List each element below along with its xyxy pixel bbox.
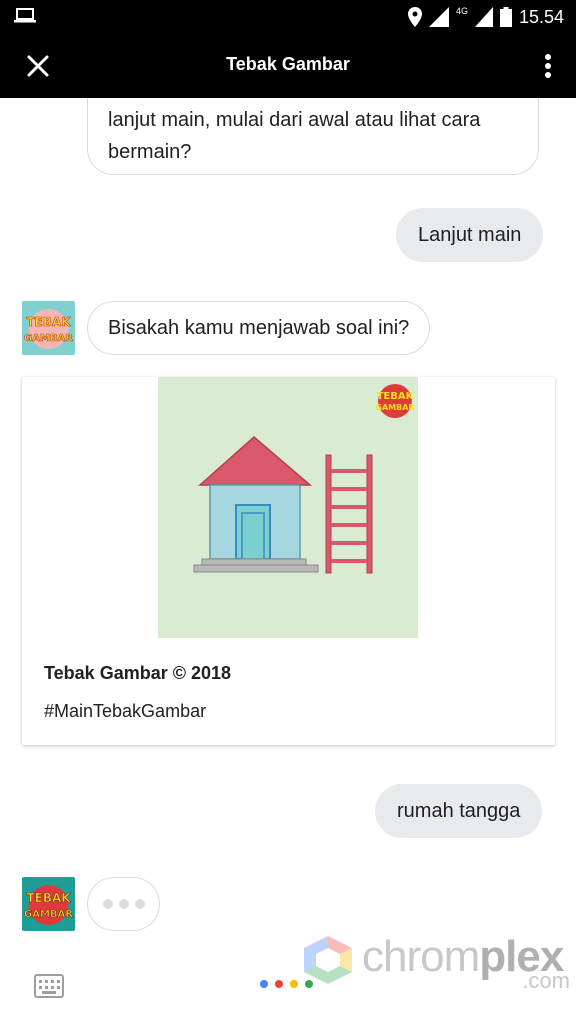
card-subtitle: #MainTebakGambar [44, 701, 207, 721]
avatar-label-line1: TEBAK [26, 891, 71, 905]
card-logo-line1: TEBAK [377, 391, 415, 402]
signal-icon [428, 7, 449, 27]
bot-avatar: TEBAK GAMBAR [22, 301, 75, 355]
watermark-word-light: chrom [362, 932, 480, 981]
more-vert-icon[interactable] [538, 50, 558, 82]
chat-area[interactable]: lanjut main, mulai dari awal atau lihat … [0, 98, 576, 1024]
typing-indicator [87, 877, 160, 931]
network-type-label: 4G [455, 6, 468, 16]
location-icon [407, 7, 422, 27]
avatar-label-line2: GAMBAR [24, 909, 73, 920]
user-message-lanjut: Lanjut main [396, 208, 544, 262]
bot-avatar-2: TEBAK GAMBAR [22, 877, 75, 931]
card-title: Tebak Gambar © 2018 [44, 663, 232, 683]
puzzle-image: TEBAK GAMBAR [158, 377, 418, 638]
app-bar: Tebak Gambar [0, 34, 576, 98]
app-title: Tebak Gambar [226, 54, 350, 74]
keyboard-icon[interactable] [34, 974, 64, 998]
signal-4g-icon [474, 7, 493, 27]
chromplex-watermark: chromplex .com [302, 932, 572, 993]
user-message-answer: rumah tangga [375, 784, 543, 838]
picture-card[interactable]: TEBAK GAMBAR Tebak Gambar © 2018 #MainTe… [22, 377, 555, 745]
dot-red [275, 980, 283, 988]
battery-icon [499, 7, 512, 27]
bot-message-previous: lanjut main, mulai dari awal atau lihat … [87, 98, 539, 175]
svg-text:TEBAK: TEBAK [26, 315, 71, 329]
watermark-domain: .com [522, 968, 570, 993]
bot-message-question: Bisakah kamu menjawab soal ini? [87, 301, 431, 355]
card-logo-line2: GAMBAR [375, 403, 414, 412]
status-time: 15.54 [518, 6, 564, 27]
status-bar: 4G 15.54 [0, 0, 576, 34]
dot-yellow [290, 980, 298, 988]
typing-dot [102, 899, 113, 909]
typing-dot [118, 899, 129, 909]
typing-dot [134, 899, 145, 909]
chromplex-logo-icon [304, 936, 352, 984]
tebak-gambar-logo-icon: TEBAK GAMBAR [22, 877, 75, 931]
dot-blue [260, 980, 268, 988]
laptop-icon [14, 8, 36, 23]
svg-text:GAMBAR: GAMBAR [24, 333, 73, 344]
tebak-gambar-logo-icon: TEBAK GAMBAR [22, 301, 75, 355]
